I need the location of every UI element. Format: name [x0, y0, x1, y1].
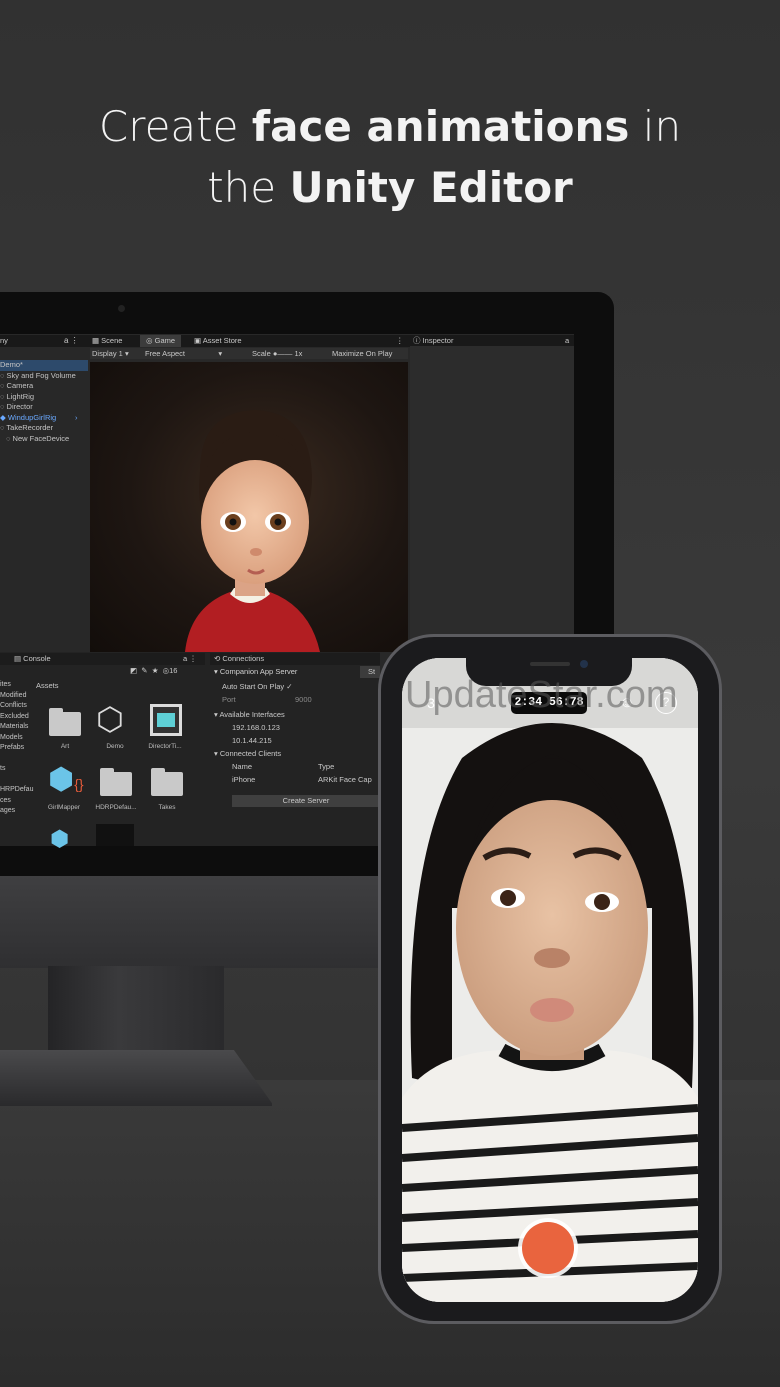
- tab-console[interactable]: ▤ Console: [14, 653, 51, 665]
- display-select[interactable]: Display 1 ▾: [92, 348, 129, 360]
- connected-clients[interactable]: ▾ Connected Clients: [214, 748, 281, 760]
- tab-game[interactable]: ◎ Game: [140, 335, 182, 347]
- maximize-on-play-toggle[interactable]: Maximize On Play: [332, 348, 392, 360]
- hierarchy-item[interactable]: ◌ TakeRecorder: [0, 423, 88, 434]
- hierarchy-item[interactable]: ◌ Camera: [0, 381, 88, 392]
- column-type: Type: [318, 762, 335, 771]
- aspect-select[interactable]: Free Aspect ▾: [145, 348, 222, 360]
- console-lock-icon[interactable]: a ⋮: [183, 653, 197, 665]
- unity-logo-icon[interactable]: ⬡: [96, 702, 124, 736]
- favorites-item[interactable]: ages: [0, 806, 33, 817]
- favorites-item[interactable]: Prefabs: [0, 743, 33, 754]
- favorites-list: ites Modified Conflicts Excluded Materia…: [0, 680, 33, 817]
- tab-hierarchy[interactable]: ny: [0, 335, 8, 347]
- scale-slider[interactable]: Scale ●—— 1x: [252, 348, 302, 360]
- folder-icon[interactable]: [100, 768, 132, 796]
- asset-label: Takes: [158, 804, 176, 811]
- ip-address: 192.168.0.123: [232, 723, 280, 732]
- hierarchy-item[interactable]: ◌ LightRig: [0, 392, 88, 403]
- panel-menu-icon[interactable]: ⋮: [396, 335, 404, 347]
- hierarchy-item[interactable]: ◌ Sky and Fog Volume: [0, 371, 88, 382]
- auto-start-toggle[interactable]: Auto Start On Play ✓: [222, 681, 293, 693]
- cube-icon[interactable]: ⬢: [50, 826, 69, 852]
- client-name: iPhone: [232, 775, 256, 784]
- phone-speaker: [530, 662, 570, 666]
- favorites-item[interactable]: HRPDefau: [0, 785, 33, 796]
- watermark: UpdateStar.com: [405, 674, 678, 716]
- asset-label: DirectorTi...: [148, 743, 182, 750]
- tab-scene[interactable]: ▦ Scene: [92, 335, 122, 347]
- available-interfaces[interactable]: ▾ Available Interfaces: [214, 709, 285, 721]
- favorites-item[interactable]: Excluded: [0, 712, 33, 723]
- favorites-item[interactable]: ites: [0, 680, 33, 691]
- asset-label: Art: [60, 743, 70, 750]
- companion-app-server[interactable]: ▾ Companion App Server: [214, 666, 297, 678]
- lock-icon[interactable]: a ⋮: [64, 335, 79, 347]
- assets-header: Assets: [36, 681, 59, 690]
- favorites-item[interactable]: Models: [0, 733, 33, 744]
- favorites-item[interactable]: ces: [0, 796, 33, 807]
- hierarchy-item[interactable]: ◌ Director: [0, 402, 88, 413]
- favorites-item[interactable]: Modified: [0, 691, 33, 702]
- port-field[interactable]: 9000: [295, 694, 312, 706]
- hierarchy-item-selected[interactable]: ◆ WindupGirlRig ›: [0, 413, 88, 424]
- client-type: ARKit Face Cap: [318, 775, 372, 784]
- create-server-button[interactable]: Create Server: [232, 795, 380, 807]
- asset-label: Demo: [106, 743, 124, 750]
- timeline-icon[interactable]: [150, 704, 182, 736]
- column-name: Name: [232, 762, 253, 771]
- ip-address: 10.1.44.215: [232, 736, 272, 745]
- folder-icon[interactable]: [151, 768, 183, 796]
- folder-icon[interactable]: [49, 708, 81, 736]
- tab-asset-store[interactable]: ▣ Asset Store: [194, 335, 242, 347]
- hierarchy-list: Demo* ◌ Sky and Fog Volume ◌ Camera ◌ Li…: [0, 360, 88, 444]
- inspector-panel: [410, 346, 574, 648]
- headline: Create face animations in the Unity Edit…: [0, 96, 780, 218]
- animated-character-illustration: [185, 410, 320, 652]
- monitor-stand: [48, 966, 224, 1052]
- record-button[interactable]: [522, 1222, 574, 1274]
- face-capture-camera-view: [402, 658, 698, 1302]
- phone-front-camera: [580, 660, 588, 668]
- script-cube-icon[interactable]: ⬢{}: [48, 764, 84, 800]
- game-view[interactable]: [90, 362, 408, 652]
- favorites-item[interactable]: Conflicts: [0, 701, 33, 712]
- hierarchy-scene[interactable]: Demo*: [0, 360, 88, 371]
- monitor-camera: [118, 305, 125, 312]
- person-face-photo: [402, 658, 698, 1302]
- asset-label: GirlMapper: [47, 804, 81, 811]
- thumbnail[interactable]: [96, 824, 134, 846]
- favorites-item[interactable]: Materials: [0, 722, 33, 733]
- port-label: Port: [222, 695, 236, 704]
- headline-line-1: Create face animations in: [98, 102, 682, 151]
- monitor-base: [0, 1050, 272, 1106]
- asset-tools[interactable]: ◩ ✎ ★ ◎16: [130, 665, 177, 677]
- favorites-item[interactable]: ts: [0, 764, 33, 775]
- tab-connections[interactable]: ⟲ Connections: [214, 653, 264, 665]
- start-server-button[interactable]: St: [360, 666, 380, 678]
- asset-label: HDRPDefau...: [95, 804, 137, 811]
- hierarchy-item[interactable]: ◌ New FaceDevice: [0, 434, 88, 445]
- headline-line-2: the Unity Editor: [207, 163, 573, 212]
